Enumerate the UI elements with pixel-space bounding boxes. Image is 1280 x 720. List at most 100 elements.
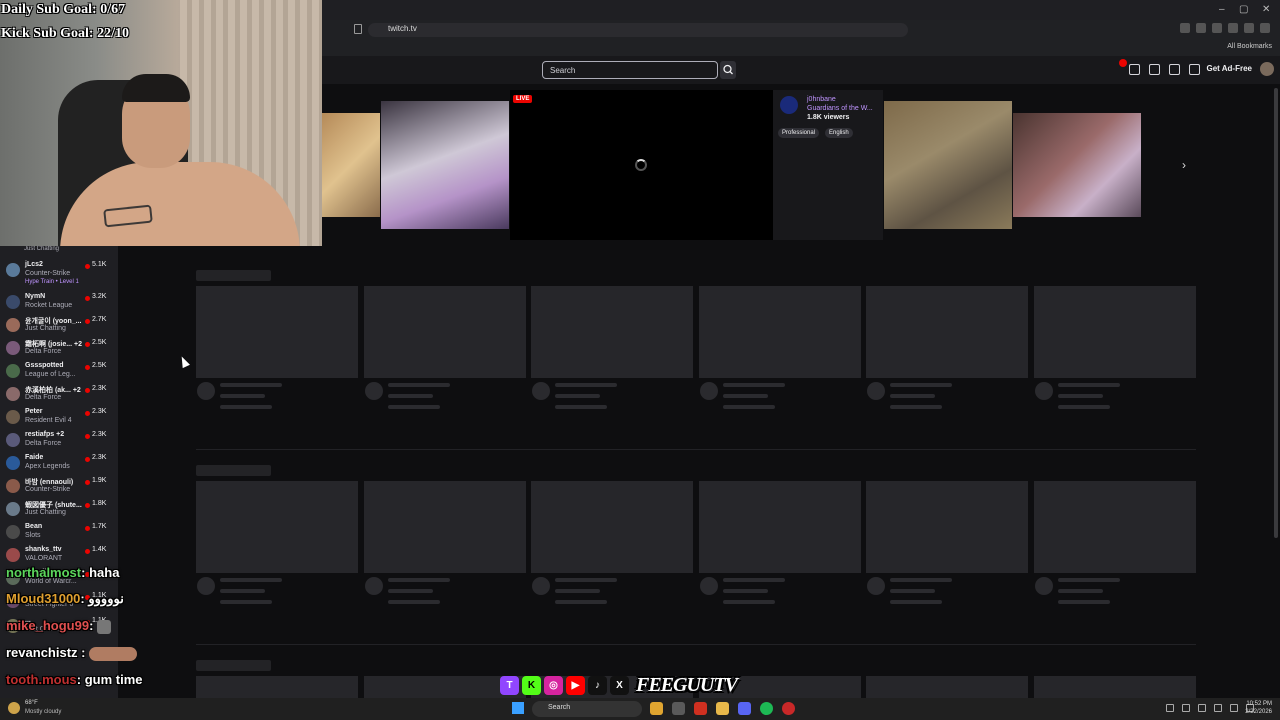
sidebar-channel[interactable]: NymN Rocket League 3.2K bbox=[0, 292, 118, 314]
taskbar-clock[interactable]: 10:52 PM 2/22/2026 bbox=[1245, 700, 1272, 716]
search-button[interactable] bbox=[720, 61, 736, 79]
maximize-button[interactable]: ▢ bbox=[1239, 4, 1248, 15]
sidebar-channel[interactable]: jLcs2 Counter-Strike Hype Train • Level 1 5… bbox=[0, 260, 118, 285]
channel-name: Peter bbox=[25, 408, 43, 415]
channel-avatar bbox=[6, 263, 20, 277]
sidebar-channel[interactable]: 바밤 (ennaouli) Counter-Strike 1.9K bbox=[0, 476, 118, 498]
text-placeholder bbox=[890, 578, 952, 582]
chat-text: نووووو bbox=[88, 591, 124, 606]
carousel-thumbnail[interactable] bbox=[381, 101, 509, 229]
extension-icon[interactable] bbox=[1212, 23, 1222, 33]
weather-temperature[interactable]: 68°F bbox=[25, 700, 38, 706]
sidebar-channel[interactable]: Gssspotted League of Leg... 2.5K bbox=[0, 361, 118, 383]
inbox-icon[interactable] bbox=[1149, 64, 1160, 75]
sidebar-channel[interactable]: 霜柘啊 (josie... +2 Delta Force 2.5K bbox=[0, 338, 118, 360]
sidebar-channel[interactable]: Faide Apex Legends 2.3K bbox=[0, 453, 118, 475]
prime-icon[interactable] bbox=[1129, 64, 1140, 75]
stream-card-placeholder[interactable] bbox=[531, 481, 693, 573]
channel-avatar bbox=[6, 295, 20, 309]
tag-english[interactable]: English bbox=[825, 128, 853, 138]
bits-icon[interactable] bbox=[1189, 64, 1200, 75]
stream-card-placeholder[interactable] bbox=[196, 286, 358, 378]
avatar-placeholder bbox=[1035, 577, 1053, 595]
featured-streamer-name[interactable]: j0hnbane bbox=[807, 96, 836, 103]
taskbar-search[interactable]: Search bbox=[532, 701, 642, 717]
obs-icon[interactable] bbox=[782, 702, 795, 715]
viewer-count: 5.1K bbox=[92, 261, 107, 268]
get-ad-free-button[interactable]: Get Ad-Free bbox=[1207, 64, 1253, 73]
address-bar[interactable]: twitch.tv bbox=[368, 23, 908, 37]
page-scrollbar[interactable] bbox=[1274, 88, 1278, 538]
face-emote-icon bbox=[89, 646, 138, 661]
tag-professional[interactable]: Professional bbox=[778, 128, 820, 138]
stream-card-placeholder[interactable] bbox=[531, 286, 693, 378]
carousel-thumbnail[interactable] bbox=[884, 101, 1012, 229]
sidebar-channel[interactable]: 윤개굴이 (yoon_... Just Chatting 2.7K bbox=[0, 315, 118, 337]
carousel-next-button[interactable]: › bbox=[1182, 158, 1186, 172]
chat-username: northalmost bbox=[6, 565, 82, 580]
spotify-icon[interactable] bbox=[760, 702, 773, 715]
carousel-thumbnail[interactable] bbox=[322, 113, 380, 217]
app-icon[interactable] bbox=[672, 702, 685, 715]
channel-name: Bean bbox=[25, 523, 43, 530]
channel-name: Faide bbox=[25, 454, 44, 461]
bookmark-icon[interactable] bbox=[354, 24, 362, 34]
kick-sub-goal: Kick Sub Goal: 22/10 bbox=[1, 26, 129, 41]
weather-icon[interactable] bbox=[8, 702, 20, 714]
stream-card-placeholder[interactable] bbox=[196, 676, 358, 698]
sidebar-channel[interactable]: Peter Resident Evil 4 2.3K bbox=[0, 407, 118, 429]
stream-card-placeholder[interactable] bbox=[364, 481, 526, 573]
file-explorer-icon[interactable] bbox=[650, 702, 663, 715]
streamer-avatar[interactable] bbox=[780, 96, 798, 114]
text-placeholder bbox=[1058, 405, 1110, 409]
channel-game: Delta Force bbox=[25, 394, 62, 401]
channel-avatar bbox=[6, 548, 20, 562]
extension-icon[interactable] bbox=[1244, 23, 1254, 33]
stream-card-placeholder[interactable] bbox=[196, 481, 358, 573]
menu-icon[interactable] bbox=[1260, 23, 1270, 33]
avatar-placeholder bbox=[867, 577, 885, 595]
channel-game: Just Chatting bbox=[25, 509, 66, 516]
sidebar-channel[interactable]: Bean Slots 1.7K bbox=[0, 522, 118, 544]
text-placeholder bbox=[723, 383, 785, 387]
extension-icon[interactable] bbox=[1196, 23, 1206, 33]
sidebar-channel[interactable]: 蝦図優子 (shute... Just Chatting 1.8K bbox=[0, 499, 118, 521]
sidebar-channel[interactable]: restiafps +2 Delta Force 2.3K bbox=[0, 430, 118, 452]
live-dot-icon bbox=[85, 434, 90, 439]
stream-card-placeholder[interactable] bbox=[1034, 286, 1196, 378]
minimize-button[interactable]: – bbox=[1219, 4, 1225, 15]
whispers-icon[interactable] bbox=[1169, 64, 1180, 75]
tray-chevron-icon[interactable] bbox=[1166, 704, 1174, 712]
all-bookmarks-link[interactable]: All Bookmarks bbox=[1227, 43, 1272, 50]
sidebar-channel[interactable]: shanks_ttv VALORANT 1.4K bbox=[0, 545, 118, 567]
featured-game[interactable]: Guardians of the W... bbox=[807, 105, 873, 112]
extension-icon[interactable] bbox=[1180, 23, 1190, 33]
stream-card-placeholder[interactable] bbox=[866, 481, 1028, 573]
tray-icon[interactable] bbox=[1214, 704, 1222, 712]
text-placeholder bbox=[1058, 589, 1103, 593]
user-avatar[interactable] bbox=[1260, 62, 1274, 76]
carousel-thumbnail[interactable] bbox=[1013, 113, 1141, 217]
stream-card-placeholder[interactable] bbox=[699, 481, 861, 573]
stream-card-placeholder[interactable] bbox=[699, 286, 861, 378]
stream-card-placeholder[interactable] bbox=[1034, 481, 1196, 573]
extension-icon[interactable] bbox=[1228, 23, 1238, 33]
search-input[interactable]: Search bbox=[542, 61, 718, 79]
brave-icon[interactable] bbox=[694, 702, 707, 715]
tray-icon[interactable] bbox=[1198, 704, 1206, 712]
webcam-overlay: Daily Sub Goal: 0/67 Kick Sub Goal: 22/1… bbox=[0, 0, 322, 246]
text-placeholder bbox=[555, 578, 617, 582]
discord-icon[interactable] bbox=[738, 702, 751, 715]
weather-description[interactable]: Mostly cloudy bbox=[25, 709, 61, 715]
windows-start-icon[interactable] bbox=[512, 702, 524, 714]
stream-card-placeholder[interactable] bbox=[866, 286, 1028, 378]
wifi-icon[interactable] bbox=[1230, 704, 1238, 712]
text-placeholder bbox=[555, 394, 600, 398]
stream-card-placeholder[interactable] bbox=[866, 676, 1028, 698]
stream-card-placeholder[interactable] bbox=[1034, 676, 1196, 698]
tray-icon[interactable] bbox=[1182, 704, 1190, 712]
sidebar-channel[interactable]: 赤溪柏柏 (ak... +2 Delta Force 2.3K bbox=[0, 384, 118, 406]
close-window-button[interactable]: ✕ bbox=[1262, 4, 1270, 15]
stream-card-placeholder[interactable] bbox=[364, 286, 526, 378]
folder-icon[interactable] bbox=[716, 702, 729, 715]
